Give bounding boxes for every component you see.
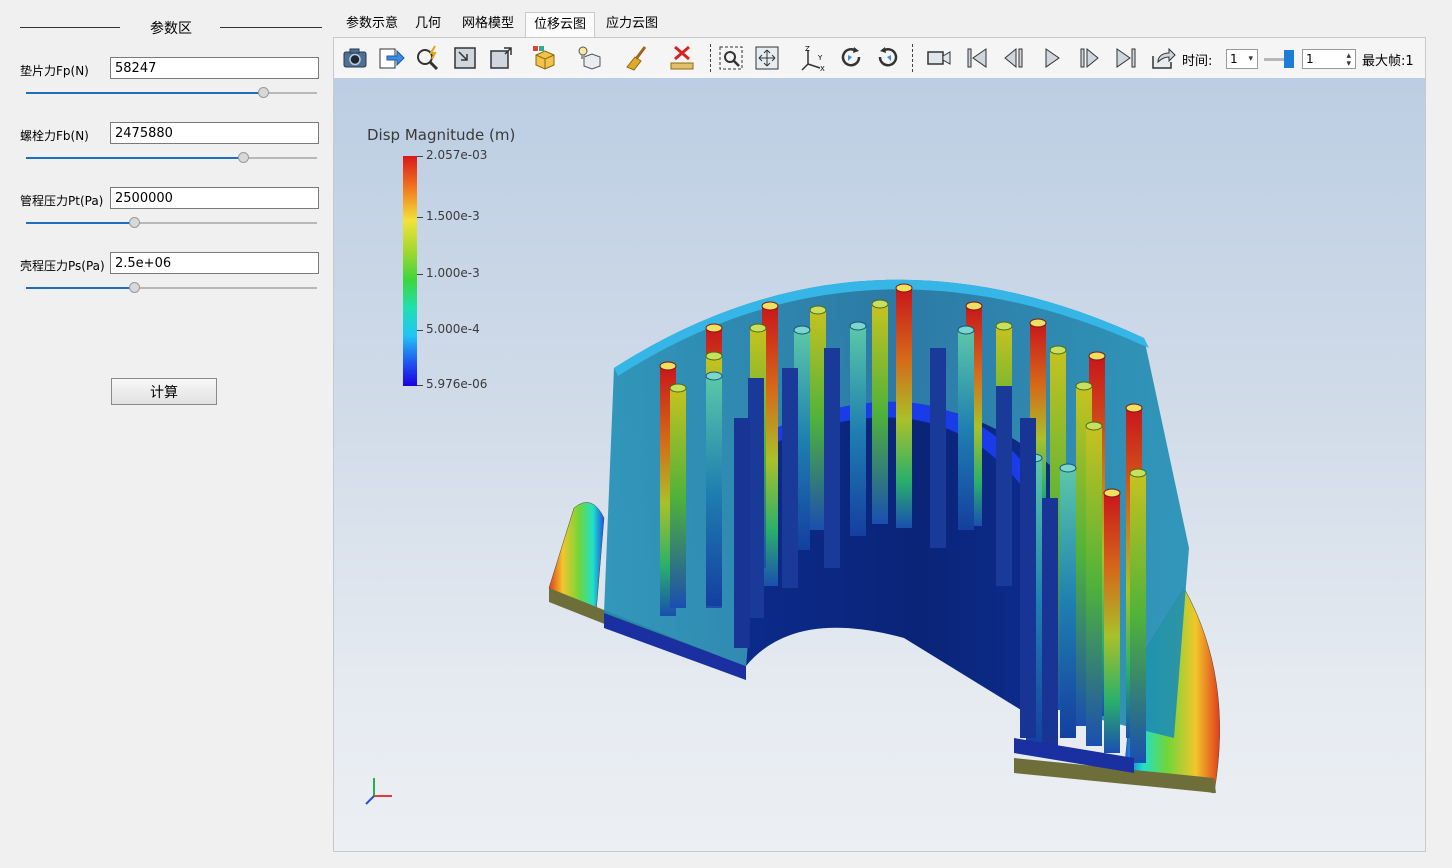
time-select-value: 1 xyxy=(1230,52,1238,66)
slider-fill xyxy=(26,157,244,159)
slider-fill xyxy=(26,92,264,94)
legend-tick xyxy=(417,156,423,157)
toolbar-separator xyxy=(912,44,914,72)
legend-max-label: 2.057e-03 xyxy=(426,148,488,162)
tab-displacement-contour[interactable]: 位移云图 xyxy=(525,12,595,37)
chevron-down-icon: ▾ xyxy=(1248,54,1253,64)
time-label: 时间: xyxy=(1182,54,1213,69)
legend-tick xyxy=(417,385,423,386)
color-scale-bar xyxy=(403,156,417,386)
tube-pressure-input[interactable] xyxy=(110,187,319,209)
calculate-button[interactable]: 计算 xyxy=(111,378,217,405)
toolbar-separator xyxy=(710,44,712,72)
slider-fill xyxy=(26,222,134,224)
light-display-icon[interactable] xyxy=(575,43,605,73)
tab-parameter-diagram[interactable]: 参数示意 xyxy=(337,12,407,36)
fea-model-render[interactable] xyxy=(534,218,1254,798)
shell-pressure-slider[interactable] xyxy=(26,282,317,294)
panel-title: 参数区 xyxy=(150,21,192,37)
zoom-box-icon[interactable] xyxy=(716,43,746,73)
svg-text:X: X xyxy=(820,65,825,72)
spin-arrows-icon[interactable]: ▴ ▾ xyxy=(1346,52,1351,69)
gasket-force-slider[interactable] xyxy=(26,87,317,99)
param-label-tube-pressure: 管程压力Pt(Pa) xyxy=(20,194,104,208)
slider-track xyxy=(244,157,317,159)
first-frame-icon[interactable] xyxy=(962,43,992,73)
axes-triad-icon xyxy=(365,778,392,805)
export-anim-icon[interactable] xyxy=(1148,43,1178,73)
pan-icon[interactable] xyxy=(752,43,782,73)
legend-tick-label: 1.000e-3 xyxy=(426,266,480,280)
tab-geometry[interactable]: 几何 xyxy=(409,12,447,36)
prev-frame-icon[interactable] xyxy=(999,43,1029,73)
param-label-bolt-force: 螺栓力Fb(N) xyxy=(20,129,89,143)
legend-tick xyxy=(417,217,423,218)
slider-track xyxy=(264,92,317,94)
param-label-shell-pressure: 壳程压力Ps(Pa) xyxy=(20,259,105,273)
svg-text:Y: Y xyxy=(817,54,823,62)
next-frame-icon[interactable] xyxy=(1074,43,1104,73)
frame-slider[interactable] xyxy=(1264,50,1296,68)
tab-mesh-model[interactable]: 网格模型 xyxy=(455,12,521,36)
legend-tick xyxy=(417,330,423,331)
zoom-pick-icon[interactable] xyxy=(413,43,443,73)
frame-slider-handle[interactable] xyxy=(1284,50,1294,68)
svg-text:Z: Z xyxy=(805,45,810,53)
broom-icon[interactable] xyxy=(622,43,652,73)
slider-handle[interactable] xyxy=(129,282,140,293)
shell-pressure-input[interactable] xyxy=(110,252,319,274)
parameter-group-title: 参数区 xyxy=(20,18,322,37)
axes-orient-icon[interactable]: ZYX xyxy=(799,43,829,73)
legend-tick-label: 5.000e-4 xyxy=(426,322,480,336)
slider-handle[interactable] xyxy=(258,87,269,98)
slider-handle[interactable] xyxy=(238,152,249,163)
time-select[interactable]: 1 ▾ xyxy=(1226,49,1258,69)
bolt-force-slider[interactable] xyxy=(26,152,317,164)
render-canvas[interactable]: Disp Magnitude (m) 2.057e-03 1.500e-3 1.… xyxy=(334,78,1425,851)
tab-stress-contour[interactable]: 应力云图 xyxy=(599,12,665,36)
viewer-toolbar: ZYX 时间: 1 ▾ 1 ▴ ▾ 最大帧:1 xyxy=(334,38,1425,78)
max-frame-label: 最大帧:1 xyxy=(1362,54,1414,69)
ruler-delete-icon[interactable] xyxy=(667,43,697,73)
bolt-force-input[interactable] xyxy=(110,122,319,144)
slider-handle[interactable] xyxy=(129,217,140,228)
solid-display-icon[interactable] xyxy=(530,43,560,73)
legend-min-label: 5.976e-06 xyxy=(426,377,488,391)
play-icon[interactable] xyxy=(1037,43,1067,73)
parameter-panel: 参数区 垫片力Fp(N) 螺栓力Fb(N) 管程压力Pt(Pa) 壳程压力Ps(… xyxy=(0,0,333,868)
title-divider-right xyxy=(220,27,322,28)
camera-icon[interactable] xyxy=(340,43,370,73)
frame-icon[interactable] xyxy=(486,43,516,73)
legend-tick-label: 1.500e-3 xyxy=(426,209,480,223)
rotate-cw-icon[interactable] xyxy=(836,43,866,73)
frame-spinbox-value: 1 xyxy=(1306,52,1314,66)
viewer-panel: ZYX 时间: 1 ▾ 1 ▴ ▾ 最大帧:1 Disp Magnitude (m) … xyxy=(333,37,1426,852)
frame-spinbox[interactable]: 1 ▴ ▾ xyxy=(1302,49,1356,69)
rotate-ccw-icon[interactable] xyxy=(873,43,903,73)
slider-track xyxy=(134,222,317,224)
title-divider-left xyxy=(20,27,120,28)
gasket-force-input[interactable] xyxy=(110,57,319,79)
export-icon[interactable] xyxy=(376,43,406,73)
frame-slider-track xyxy=(1264,58,1284,61)
video-icon[interactable] xyxy=(924,43,954,73)
slider-track xyxy=(134,287,317,289)
fit-view-icon[interactable] xyxy=(450,43,480,73)
tube-pressure-slider[interactable] xyxy=(26,217,317,229)
legend-tick xyxy=(417,274,423,275)
last-frame-icon[interactable] xyxy=(1111,43,1141,73)
legend-title: Disp Magnitude (m) xyxy=(367,126,516,144)
slider-fill xyxy=(26,287,134,289)
param-label-gasket-force: 垫片力Fp(N) xyxy=(20,64,89,78)
